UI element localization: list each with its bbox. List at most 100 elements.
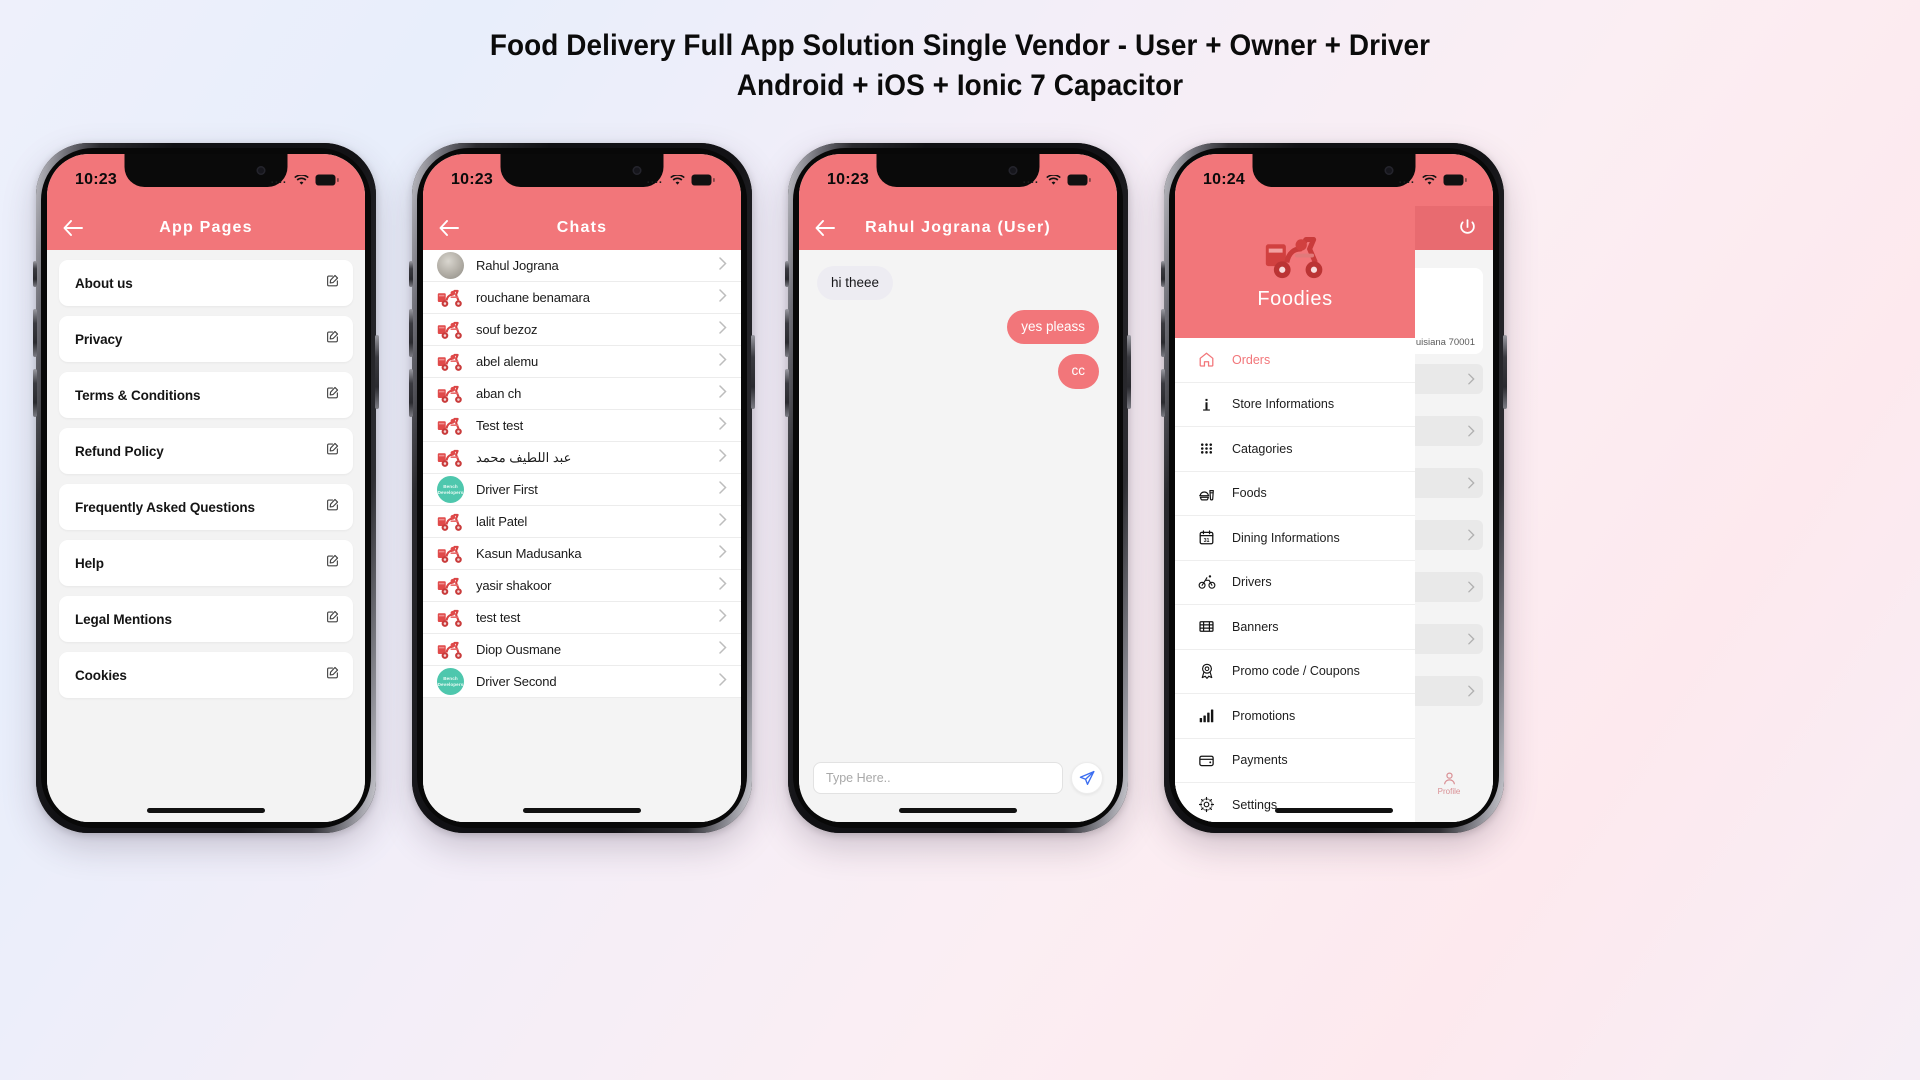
battery-icon: [315, 174, 339, 186]
menu-item-drivers[interactable]: Drivers: [1175, 561, 1415, 605]
edit-square-icon[interactable]: [326, 442, 339, 460]
menu-item-label: Orders: [1232, 352, 1271, 367]
bar-chart-icon: [1197, 707, 1216, 724]
back-button[interactable]: [815, 220, 845, 236]
mute-switch[interactable]: [1161, 261, 1165, 287]
messages-list: hi theee yes pleass cc: [799, 250, 1117, 822]
menu-item-catagories[interactable]: Catagories: [1175, 427, 1415, 472]
avatar: [437, 316, 464, 343]
mute-switch[interactable]: [33, 261, 37, 287]
avatar: [437, 604, 464, 631]
chat-name: Diop Ousmane: [476, 642, 561, 657]
wifi-icon: [670, 174, 685, 186]
list-item[interactable]: aban ch: [423, 378, 741, 410]
list-item[interactable]: Privacy: [59, 316, 353, 362]
power-side-button[interactable]: [375, 335, 379, 409]
chat-name: yasir shakoor: [476, 578, 552, 593]
list-item[interactable]: Rahul Jograna: [423, 250, 741, 282]
notch: [500, 154, 664, 187]
phone-mockup-conversation: 10:23 .... Rahul Jograna (User) hi theee…: [785, 143, 1131, 833]
message-input[interactable]: [813, 762, 1063, 794]
edit-square-icon[interactable]: [326, 274, 339, 292]
menu-item-settings[interactable]: Settings: [1175, 783, 1415, 822]
back-button[interactable]: [439, 220, 469, 236]
avatar: [437, 636, 464, 663]
edit-square-icon[interactable]: [326, 498, 339, 516]
menu-item-label: Settings: [1232, 797, 1278, 812]
volume-down-button[interactable]: [785, 369, 789, 417]
chevron-right-icon: [719, 576, 727, 595]
tab-profile[interactable]: Profile: [1419, 771, 1479, 796]
back-button[interactable]: [63, 220, 93, 236]
menu-item-store-informations[interactable]: Store Informations: [1175, 383, 1415, 427]
chevron-right-icon: [719, 608, 727, 627]
power-side-button[interactable]: [751, 335, 755, 409]
list-item[interactable]: عبد اللطيف محمد: [423, 442, 741, 474]
message-bubble-outgoing: yes pleass: [1007, 310, 1099, 345]
menu-item-payments[interactable]: Payments: [1175, 739, 1415, 783]
battery-icon: [691, 174, 715, 186]
menu-item-orders[interactable]: Orders: [1175, 338, 1415, 383]
power-icon[interactable]: [1458, 218, 1477, 242]
signal-icon: ....: [1022, 174, 1039, 186]
volume-down-button[interactable]: [409, 369, 413, 417]
menu-item-label: Banners: [1232, 619, 1279, 634]
list-item[interactable]: Terms & Conditions: [59, 372, 353, 418]
volume-up-button[interactable]: [785, 309, 789, 357]
status-bar: 10:24 ....: [1175, 154, 1493, 206]
list-item[interactable]: Legal Mentions: [59, 596, 353, 642]
list-item[interactable]: Refund Policy: [59, 428, 353, 474]
list-item[interactable]: yasir shakoor: [423, 570, 741, 602]
menu-item-label: Promotions: [1232, 708, 1296, 723]
menu-item-promo-code-coupons[interactable]: Promo code / Coupons: [1175, 650, 1415, 694]
list-item[interactable]: Bench Developers Driver First: [423, 474, 741, 506]
edit-square-icon[interactable]: [326, 386, 339, 404]
list-item[interactable]: Bench Developers Driver Second: [423, 666, 741, 698]
volume-down-button[interactable]: [1161, 369, 1165, 417]
volume-up-button[interactable]: [33, 309, 37, 357]
app-header: Chats: [423, 206, 741, 250]
title-line-2: Android + iOS + Ionic 7 Capacitor: [736, 68, 1184, 102]
list-item[interactable]: Frequently Asked Questions: [59, 484, 353, 530]
app-title: Rahul Jograna (User): [865, 219, 1051, 236]
status-bar: 10:23 ....: [47, 154, 365, 206]
avatar: Bench Developers: [437, 668, 464, 695]
menu-item-foods[interactable]: Foods: [1175, 472, 1415, 516]
list-item[interactable]: rouchane benamara: [423, 282, 741, 314]
brand-name: Foodies: [1257, 288, 1333, 310]
home-indicator: [899, 808, 1017, 813]
avatar: [437, 444, 464, 471]
list-item[interactable]: Cookies: [59, 652, 353, 698]
power-side-button[interactable]: [1503, 335, 1507, 409]
power-side-button[interactable]: [1127, 335, 1131, 409]
mute-switch[interactable]: [785, 261, 789, 287]
list-item[interactable]: test test: [423, 602, 741, 634]
delivery-scooter-icon: [1264, 233, 1326, 286]
list-item[interactable]: Help: [59, 540, 353, 586]
mute-switch[interactable]: [409, 261, 413, 287]
list-item[interactable]: Kasun Madusanka: [423, 538, 741, 570]
list-item[interactable]: Test test: [423, 410, 741, 442]
send-button[interactable]: [1071, 762, 1103, 794]
list-item[interactable]: About us: [59, 260, 353, 306]
edit-square-icon[interactable]: [326, 610, 339, 628]
list-item[interactable]: Diop Ousmane: [423, 634, 741, 666]
list-item[interactable]: abel alemu: [423, 346, 741, 378]
chevron-right-icon: [719, 352, 727, 371]
volume-up-button[interactable]: [1161, 309, 1165, 357]
edit-square-icon[interactable]: [326, 666, 339, 684]
menu-item-label: Foods: [1232, 486, 1267, 501]
edit-square-icon[interactable]: [326, 330, 339, 348]
chats-list[interactable]: Rahul Jograna rouchane benamara souf bez…: [423, 250, 741, 822]
menu-item-banners[interactable]: Banners: [1175, 605, 1415, 650]
volume-down-button[interactable]: [33, 369, 37, 417]
front-camera-icon: [256, 166, 266, 175]
list-item[interactable]: souf bezoz: [423, 314, 741, 346]
side-menu-drawer: Foodies Orders Store Informations Catago…: [1175, 206, 1415, 822]
phone3-screen: 10:23 .... Rahul Jograna (User) hi theee…: [799, 154, 1117, 822]
edit-square-icon[interactable]: [326, 554, 339, 572]
list-item[interactable]: lalit Patel: [423, 506, 741, 538]
menu-item-dining-informations[interactable]: 31 Dining Informations: [1175, 516, 1415, 561]
menu-item-promotions[interactable]: Promotions: [1175, 694, 1415, 739]
volume-up-button[interactable]: [409, 309, 413, 357]
